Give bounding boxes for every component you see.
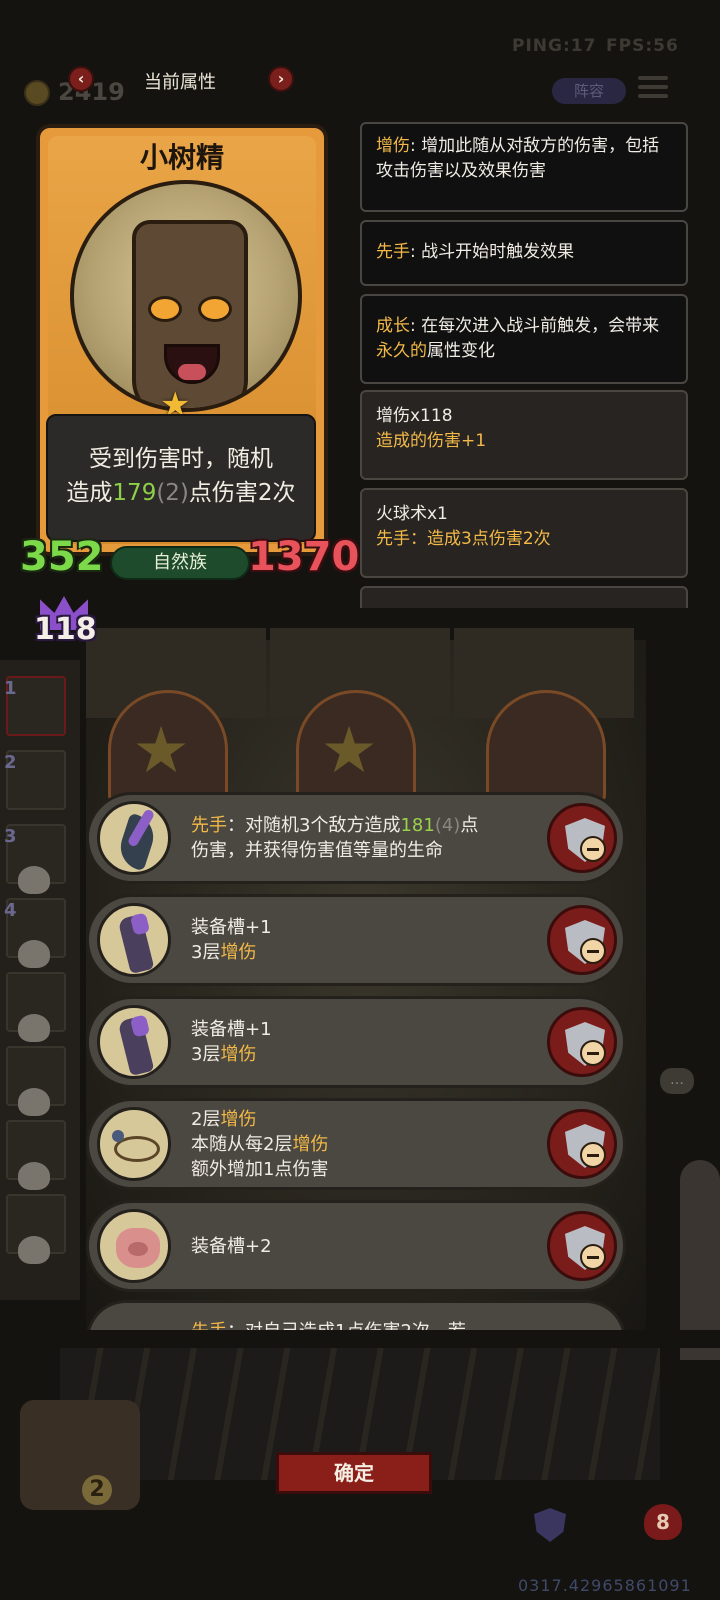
unit-ability-description: 受到伤害时，随机 造成179(2)点伤害2次 bbox=[46, 414, 316, 542]
equipment-description: 先手：对随机3个敌方造成181(4)点 伤害，并获得伤害值等量的生命 bbox=[191, 815, 479, 861]
skull-icon bbox=[18, 1162, 50, 1190]
board-star-icon: ★ bbox=[132, 714, 190, 788]
keyword-text: : 战斗开始时触发效果 bbox=[410, 242, 575, 262]
roster-slot-number: 3 bbox=[4, 826, 17, 847]
treant-portrait bbox=[70, 180, 302, 412]
equipment-description: 装备槽+2 bbox=[191, 1235, 272, 1257]
skull-icon bbox=[18, 940, 50, 968]
pig-icon bbox=[97, 1209, 171, 1283]
tribe-badge: 自然族 bbox=[110, 546, 250, 580]
coin-icon bbox=[24, 80, 50, 106]
keyword-panel-damage-boost: 增伤: 增加此随从对敌方的伤害，包括攻击伤害以及效果伤害 bbox=[360, 122, 688, 212]
damage-bonus-value: 118 bbox=[34, 612, 97, 647]
minus-icon bbox=[580, 1142, 606, 1168]
lineup-button[interactable]: 阵容 bbox=[552, 78, 626, 104]
skull-icon bbox=[18, 1236, 50, 1264]
rope-icon bbox=[97, 1107, 171, 1181]
buff-panel: 火球术x1 先手：造成3点伤害2次 bbox=[360, 488, 688, 578]
keyword-panel-first-strike: 先手: 战斗开始时触发效果 bbox=[360, 220, 688, 286]
ability-line-2: 造成179(2)点伤害2次 bbox=[66, 480, 296, 506]
treasure-chest[interactable] bbox=[20, 1400, 140, 1510]
board-star-icon: ★ bbox=[320, 714, 378, 788]
equipment-item[interactable]: 装备槽+1 3层增伤 bbox=[86, 996, 626, 1088]
next-unit-button[interactable]: › bbox=[268, 66, 294, 92]
buff-panel-partial bbox=[360, 586, 688, 608]
unequip-button[interactable] bbox=[547, 1211, 617, 1281]
unequip-button[interactable] bbox=[547, 803, 617, 873]
equipment-description: 装备槽+1 3层增伤 bbox=[191, 1019, 272, 1065]
chest-count-badge: 2 bbox=[82, 1475, 112, 1505]
treant-tongue bbox=[178, 364, 206, 380]
lives-heart: 8 bbox=[644, 1504, 682, 1540]
equipment-description: 装备槽+1 3层增伤 bbox=[191, 917, 272, 963]
minus-icon bbox=[580, 938, 606, 964]
dagger-icon bbox=[97, 801, 171, 875]
chat-icon[interactable]: … bbox=[660, 1068, 694, 1094]
ability-damage-value: 179 bbox=[112, 480, 157, 506]
roster-slot-number: 2 bbox=[4, 752, 17, 773]
minus-icon bbox=[580, 1244, 606, 1270]
keyword-text: : 增加此随从对敌方的伤害，包括攻击伤害以及效果伤害 bbox=[376, 136, 660, 181]
gauntlet-icon bbox=[97, 903, 171, 977]
unequip-button[interactable] bbox=[547, 905, 617, 975]
minus-icon bbox=[580, 836, 606, 862]
equipment-item[interactable]: 先手：对随机3个敌方造成181(4)点 伤害，并获得伤害值等量的生命 bbox=[86, 792, 626, 884]
equipment-item[interactable]: 2层增伤 本随从每2层增伤 额外增加1点伤害 bbox=[86, 1098, 626, 1190]
buff-title: 火球术x1 bbox=[376, 504, 448, 524]
skull-icon bbox=[18, 1014, 50, 1042]
buff-subtitle: 先手：造成3点伤害2次 bbox=[376, 529, 551, 549]
skull-icon bbox=[18, 1088, 50, 1116]
roster-slot-number: 1 bbox=[4, 678, 17, 699]
equipment-description: 2层增伤 本随从每2层增伤 额外增加1点伤害 bbox=[191, 1108, 329, 1180]
health-stat: 1370 bbox=[248, 534, 360, 580]
prev-unit-button[interactable]: ‹ bbox=[68, 66, 94, 92]
list-clip-edge bbox=[0, 1330, 720, 1348]
ping-readout: PING:17 bbox=[512, 36, 597, 56]
unequip-button[interactable] bbox=[547, 1109, 617, 1179]
keyword-label: 增伤 bbox=[376, 136, 410, 156]
unit-name: 小树精 bbox=[139, 141, 224, 174]
ability-line-1: 受到伤害时，随机 bbox=[89, 446, 273, 472]
keyword-label: 先手 bbox=[376, 242, 410, 262]
unequip-button[interactable] bbox=[547, 1007, 617, 1077]
board-card-slot bbox=[486, 690, 606, 805]
build-id: 0317.42965861091 bbox=[518, 1576, 692, 1595]
skull-icon bbox=[18, 866, 50, 894]
buff-subtitle: 造成的伤害+1 bbox=[376, 431, 487, 451]
treant-eye bbox=[148, 296, 182, 322]
panel-title: 当前属性 bbox=[144, 72, 216, 93]
minus-icon bbox=[580, 1040, 606, 1066]
treant-eye bbox=[198, 296, 232, 322]
keyword-panel-growth: 成长: 在每次进入战斗前触发，会带来永久的属性变化 bbox=[360, 294, 688, 384]
gauntlet-icon bbox=[97, 1005, 171, 1079]
keyword-label: 成长 bbox=[376, 316, 410, 336]
buff-panel: 增伤x118 造成的伤害+1 bbox=[360, 390, 688, 480]
menu-icon[interactable] bbox=[638, 76, 668, 100]
buff-title: 增伤x118 bbox=[376, 406, 453, 426]
damage-bonus-badge: 118 bbox=[34, 596, 97, 652]
equipment-item[interactable]: 装备槽+2 bbox=[86, 1200, 626, 1292]
attack-stat: 352 bbox=[20, 534, 104, 580]
roster-slot-number: 4 bbox=[4, 900, 17, 921]
fps-readout: FPS:56 bbox=[606, 36, 679, 56]
confirm-button[interactable]: 确定 bbox=[276, 1452, 432, 1494]
equipment-item[interactable]: 装备槽+1 3层增伤 bbox=[86, 894, 626, 986]
ability-damage-bonus: (2) bbox=[156, 480, 189, 506]
